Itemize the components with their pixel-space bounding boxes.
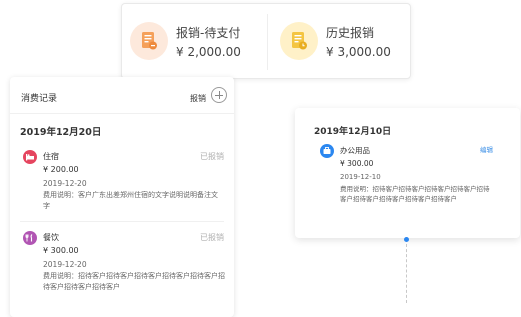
edit-link[interactable]: 编辑	[480, 144, 493, 154]
timeline-line	[406, 244, 407, 303]
list-item[interactable]: 餐饮 已报销 ¥ 300.00 2019-12-20 费用说明：招待客户招待客户…	[20, 231, 225, 301]
summary-card: 报销-待支付 ¥ 2,000.00 历史报销 ¥ 3,000.00	[121, 3, 411, 79]
office-supplies-icon	[320, 144, 334, 158]
timeline-dot	[404, 237, 409, 242]
history-title: 历史报销	[326, 26, 375, 40]
record-name: 办公用品	[340, 146, 370, 155]
history-amount: ¥ 3,000.00	[326, 45, 391, 59]
document-clock-icon	[280, 22, 318, 60]
record-name: 餐饮	[43, 233, 59, 242]
date-heading: 2019年12月20日	[20, 127, 102, 138]
stats-divider	[267, 14, 268, 70]
record-divider	[20, 221, 224, 222]
record-description: 费用说明：招待客户招待客户招待客户招待客户招待客户招待客户招待客户招待客户	[43, 272, 225, 291]
record-date: 2019-12-20	[43, 179, 87, 188]
pending-amount: ¥ 2,000.00	[176, 45, 241, 59]
record-amount: ¥ 300.00	[43, 246, 79, 255]
panel-title: 消费记录	[21, 94, 58, 104]
pending-title: 报销-待支付	[176, 26, 241, 40]
history-reimbursement-stat[interactable]: 历史报销 ¥ 3,000.00	[280, 16, 416, 68]
record-description: 费用说明：客户广东出差郑州住宿的文字说明说明备注文字	[43, 191, 218, 210]
record-name: 住宿	[43, 152, 59, 161]
record-description: 费用说明：招待客户招待客户招待客户招待客户招待客户招待客户招待客户招待客户招待客…	[340, 185, 490, 203]
hotel-icon	[23, 150, 37, 164]
timeline-detail-card: 2019年12月10日 办公用品 编辑 ¥ 300.00 2019-12-10 …	[295, 108, 520, 238]
record-amount: ¥ 200.00	[43, 165, 79, 174]
add-icon[interactable]	[211, 87, 227, 103]
record-amount: ¥ 300.00	[340, 159, 374, 168]
record-date: 2019-12-10	[340, 173, 381, 181]
date-heading: 2019年12月10日	[314, 127, 392, 137]
panel-divider	[10, 113, 234, 114]
dining-icon	[23, 231, 37, 245]
list-item[interactable]: 办公用品 编辑 ¥ 300.00 2019-12-10 费用说明：招待客户招待客…	[317, 144, 493, 234]
pending-reimbursement-stat[interactable]: 报销-待支付 ¥ 2,000.00	[130, 16, 266, 68]
record-date: 2019-12-20	[43, 260, 87, 269]
document-stamp-icon	[130, 22, 168, 60]
reimburse-button[interactable]: 报销	[190, 93, 206, 104]
list-item[interactable]: 住宿 已报销 ¥ 200.00 2019-12-20 费用说明：客户广东出差郑州…	[20, 150, 224, 210]
status-badge: 已报销	[200, 233, 224, 242]
status-badge: 已报销	[200, 152, 224, 161]
